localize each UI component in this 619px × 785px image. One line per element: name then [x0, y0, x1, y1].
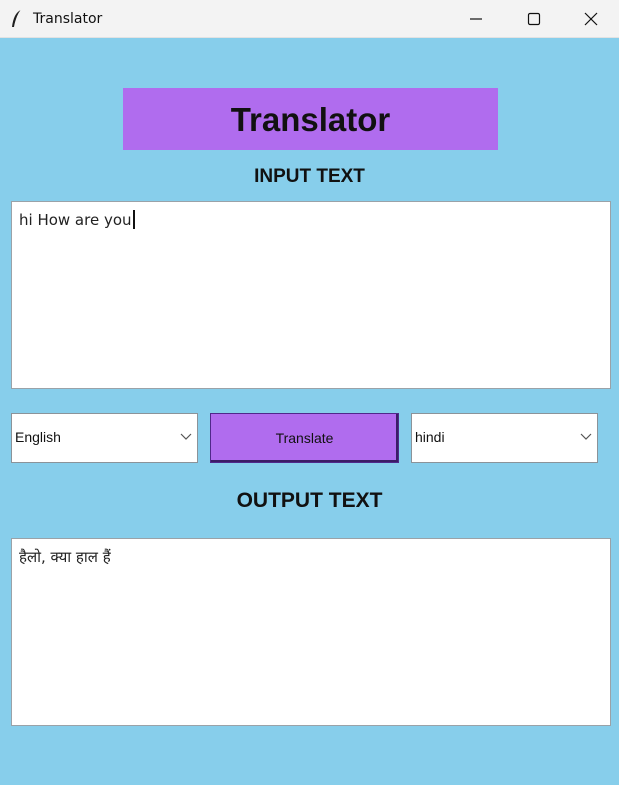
title-bar: Translator — [0, 0, 619, 38]
output-text-value: हैलो, क्या हाल हैं — [19, 548, 111, 566]
translate-button-label: Translate — [275, 430, 334, 446]
target-language-select[interactable]: hindi — [411, 413, 598, 463]
input-text-label: INPUT TEXT — [254, 166, 365, 187]
source-language-select[interactable]: English — [11, 413, 198, 463]
target-language-value: hindi — [415, 429, 445, 445]
input-text-value: hi How are you — [19, 211, 132, 229]
window-title: Translator — [33, 11, 103, 27]
source-language-value: English — [15, 429, 61, 445]
text-cursor — [132, 210, 135, 229]
chevron-down-icon — [580, 433, 592, 440]
app-heading: Translator — [230, 101, 391, 138]
feather-icon — [12, 9, 22, 27]
output-textarea[interactable]: हैलो, क्या हाल हैं — [11, 538, 611, 726]
input-textarea[interactable]: hi How are you — [11, 201, 611, 389]
output-text-label: OUTPUT TEXT — [236, 489, 383, 512]
close-button[interactable] — [562, 0, 619, 38]
maximize-icon — [527, 12, 541, 26]
chevron-down-icon — [180, 433, 192, 440]
app-banner: Translator — [123, 88, 498, 150]
close-icon — [584, 12, 598, 26]
minimize-button[interactable] — [447, 0, 505, 38]
translate-button[interactable]: Translate — [210, 413, 399, 463]
maximize-button[interactable] — [505, 0, 563, 38]
minimize-icon — [470, 18, 482, 20]
